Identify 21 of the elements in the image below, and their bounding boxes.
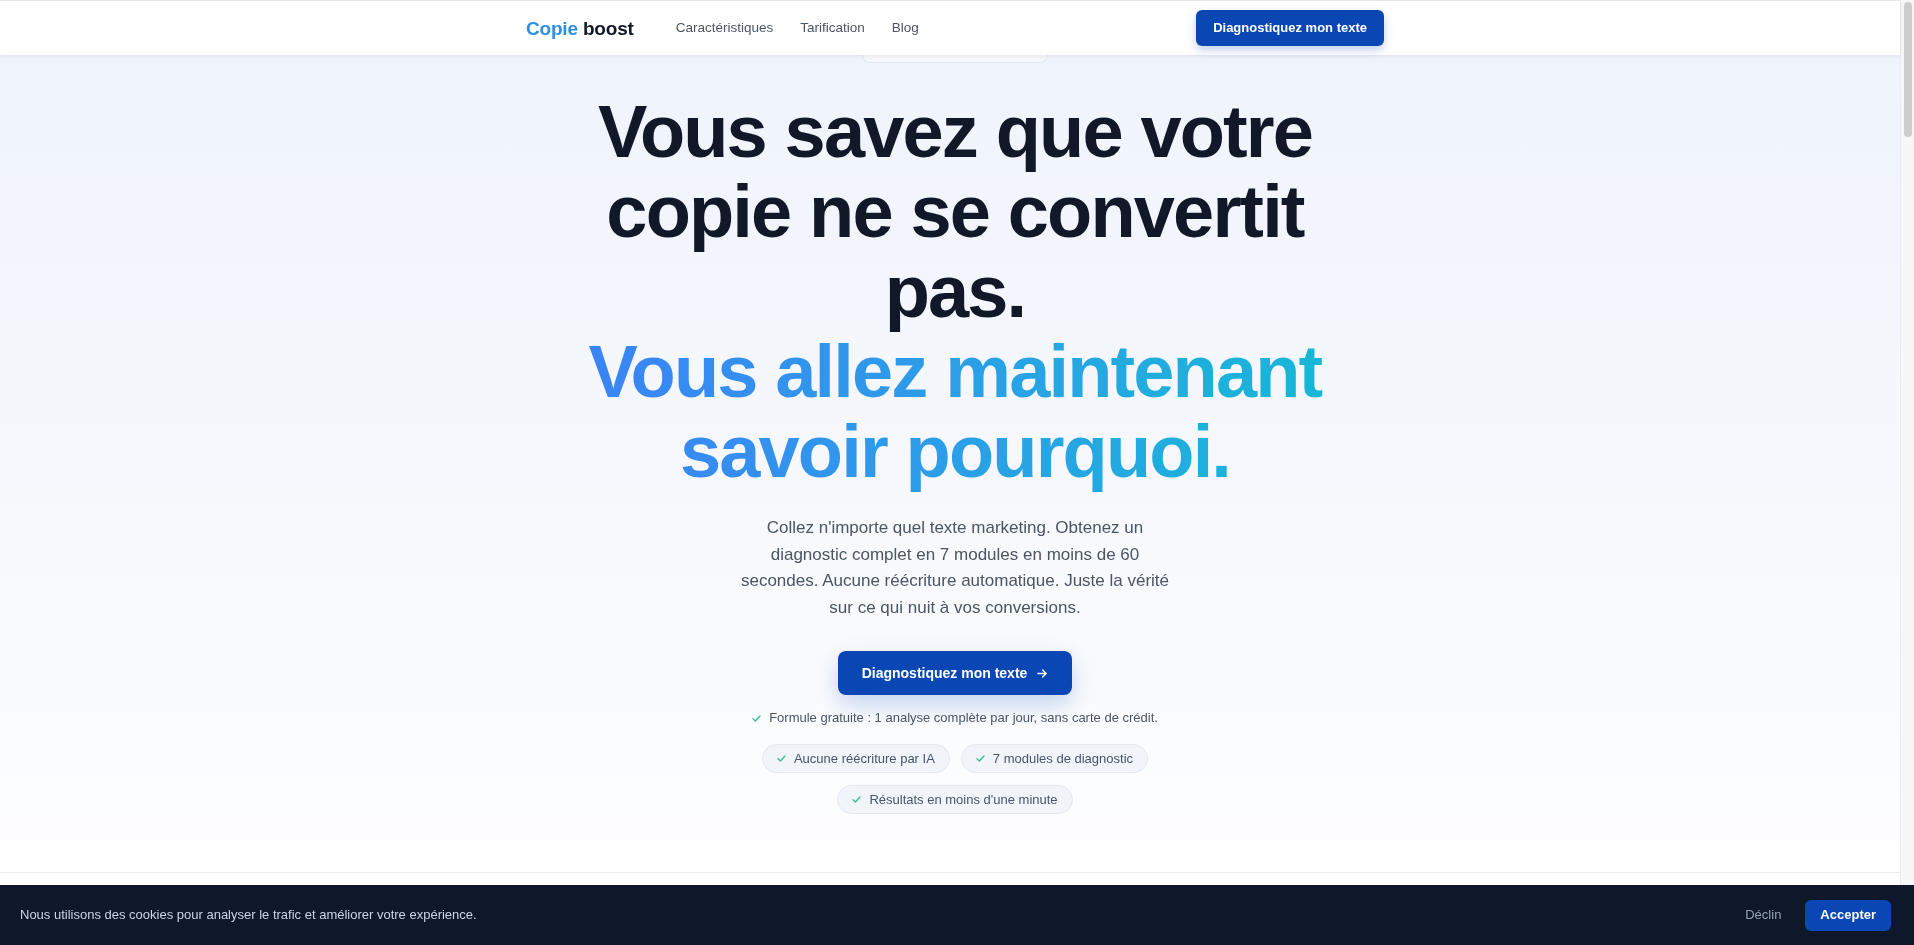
free-plan-note: Formule gratuite : 1 analyse complète par jour, sans carte de crédit. [769,709,1158,727]
check-icon [776,755,786,762]
check-icon [852,796,862,803]
scrollbar-thumb[interactable] [1903,2,1912,137]
check-icon [752,714,762,722]
logo[interactable]: Copie boost [526,18,634,38]
diagnose-button[interactable]: Diagnostiquez mon texte [837,651,1073,695]
arrow-right-icon [1037,668,1048,678]
hero-heading: Vous savez que votre copie ne se convertit pas. [596,92,1314,332]
feature-label: Aucune réécriture par IA [793,749,935,768]
decline-link[interactable]: Déclin [1745,905,1782,925]
check-icon [975,755,985,762]
feature-label: Résultats en moins d'une minute [869,790,1058,809]
nav-link[interactable]: Blog [891,17,919,39]
hero-description: Collez n'importe quel texte marketing. Obtenez un diagnostic complet en 7 modules en moins de 60 secondes. Aucune réécriture automatique. Juste la vérité sur ce qui nuit à vos conversions. [739,517,1171,619]
diagnose-button[interactable]: Diagnostiquez mon texte [1196,10,1384,46]
cookie-message: Nous utilisons des cookies pour analyser le trafic et améliorer votre expérience. [20,906,477,925]
nav-link[interactable]: Caractéristiques [675,17,774,39]
accept-button[interactable]: Accepter [1805,899,1891,931]
feature-label: 7 modules de diagnostic [992,749,1134,768]
nav-link[interactable]: Tarification [800,17,865,39]
